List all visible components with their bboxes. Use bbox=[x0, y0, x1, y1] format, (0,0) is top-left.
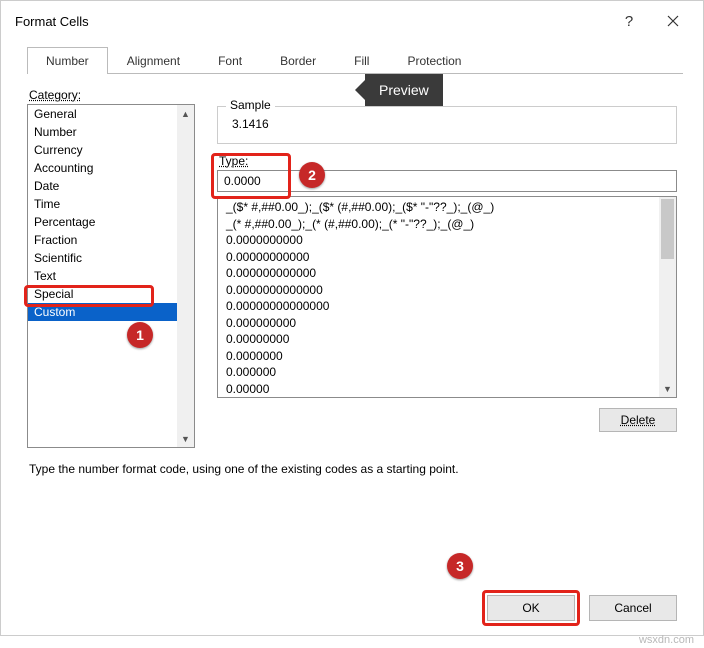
list-item[interactable]: Special bbox=[28, 285, 177, 303]
tab-number[interactable]: Number bbox=[27, 47, 108, 74]
list-item[interactable]: Number bbox=[28, 123, 177, 141]
format-cells-dialog: Format Cells ? NumberAlignmentFontBorder… bbox=[0, 0, 704, 636]
list-item[interactable]: 0.00000000000000 bbox=[218, 298, 659, 315]
list-item[interactable]: Time bbox=[28, 195, 177, 213]
list-item[interactable]: 0.0000000000000 bbox=[218, 282, 659, 299]
list-item[interactable]: Text bbox=[28, 267, 177, 285]
sample-group: Sample 3.1416 bbox=[217, 106, 677, 144]
format-items: _($* #,##0.00_);_($* (#,##0.00);_($* "-"… bbox=[218, 197, 659, 397]
list-item[interactable]: 0.0000000 bbox=[218, 348, 659, 365]
close-button[interactable] bbox=[651, 3, 695, 39]
type-label: Type: bbox=[219, 154, 677, 168]
list-item[interactable]: 0.00000000000 bbox=[218, 249, 659, 266]
list-item[interactable]: _(* #,##0.00_);_(* (#,##0.00);_(* "-"??_… bbox=[218, 216, 659, 233]
category-scrollbar[interactable]: ▲ ▼ bbox=[177, 105, 194, 447]
list-item[interactable]: Custom bbox=[28, 303, 177, 321]
sample-label: Sample bbox=[226, 98, 275, 112]
tab-protection[interactable]: Protection bbox=[388, 47, 480, 74]
list-item[interactable]: Accounting bbox=[28, 159, 177, 177]
list-item[interactable]: 0.0000000000 bbox=[218, 232, 659, 249]
type-input[interactable] bbox=[217, 170, 677, 192]
titlebar: Format Cells ? bbox=[1, 1, 703, 41]
instruction-text: Type the number format code, using one o… bbox=[29, 462, 675, 476]
list-item[interactable]: 0.000000000000 bbox=[218, 265, 659, 282]
list-item[interactable]: Date bbox=[28, 177, 177, 195]
chevron-up-icon: ▲ bbox=[177, 105, 194, 122]
annotation-badge-3: 3 bbox=[447, 553, 473, 579]
list-item[interactable]: Currency bbox=[28, 141, 177, 159]
help-button[interactable]: ? bbox=[607, 3, 651, 39]
list-item[interactable]: _($* #,##0.00_);_($* (#,##0.00);_($* "-"… bbox=[218, 199, 659, 216]
tabstrip: NumberAlignmentFontBorderFillProtection bbox=[27, 47, 683, 74]
category-items: GeneralNumberCurrencyAccountingDateTimeP… bbox=[28, 105, 177, 321]
watermark: wsxdn.com bbox=[639, 634, 694, 646]
tab-border[interactable]: Border bbox=[261, 47, 335, 74]
close-icon bbox=[667, 15, 679, 27]
dialog-body: Category: GeneralNumberCurrencyAccountin… bbox=[1, 74, 703, 482]
sample-value: 3.1416 bbox=[230, 117, 664, 131]
list-item[interactable]: 0.000000000 bbox=[218, 315, 659, 332]
dialog-footer: OK 3 Cancel bbox=[1, 595, 703, 621]
delete-button[interactable]: Delete bbox=[599, 408, 677, 432]
category-list[interactable]: GeneralNumberCurrencyAccountingDateTimeP… bbox=[27, 104, 195, 448]
list-item[interactable]: Fraction bbox=[28, 231, 177, 249]
format-list[interactable]: _($* #,##0.00_);_($* (#,##0.00);_($* "-"… bbox=[217, 196, 677, 398]
list-item[interactable]: 0.000000 bbox=[218, 364, 659, 381]
category-label: Category: bbox=[29, 88, 677, 102]
tab-alignment[interactable]: Alignment bbox=[108, 47, 199, 74]
chevron-down-icon: ▼ bbox=[177, 430, 194, 447]
list-item[interactable]: Scientific bbox=[28, 249, 177, 267]
ok-button[interactable]: OK bbox=[487, 595, 575, 621]
dialog-title: Format Cells bbox=[15, 14, 607, 29]
chevron-down-icon: ▼ bbox=[659, 380, 676, 397]
list-item[interactable]: 0.00000000 bbox=[218, 331, 659, 348]
list-item[interactable]: General bbox=[28, 105, 177, 123]
scrollbar-thumb[interactable] bbox=[661, 199, 674, 259]
tab-fill[interactable]: Fill bbox=[335, 47, 388, 74]
tab-font[interactable]: Font bbox=[199, 47, 261, 74]
cancel-button[interactable]: Cancel bbox=[589, 595, 677, 621]
list-item[interactable]: Percentage bbox=[28, 213, 177, 231]
format-scrollbar[interactable]: ▼ bbox=[659, 197, 676, 397]
list-item[interactable]: 0.00000 bbox=[218, 381, 659, 398]
